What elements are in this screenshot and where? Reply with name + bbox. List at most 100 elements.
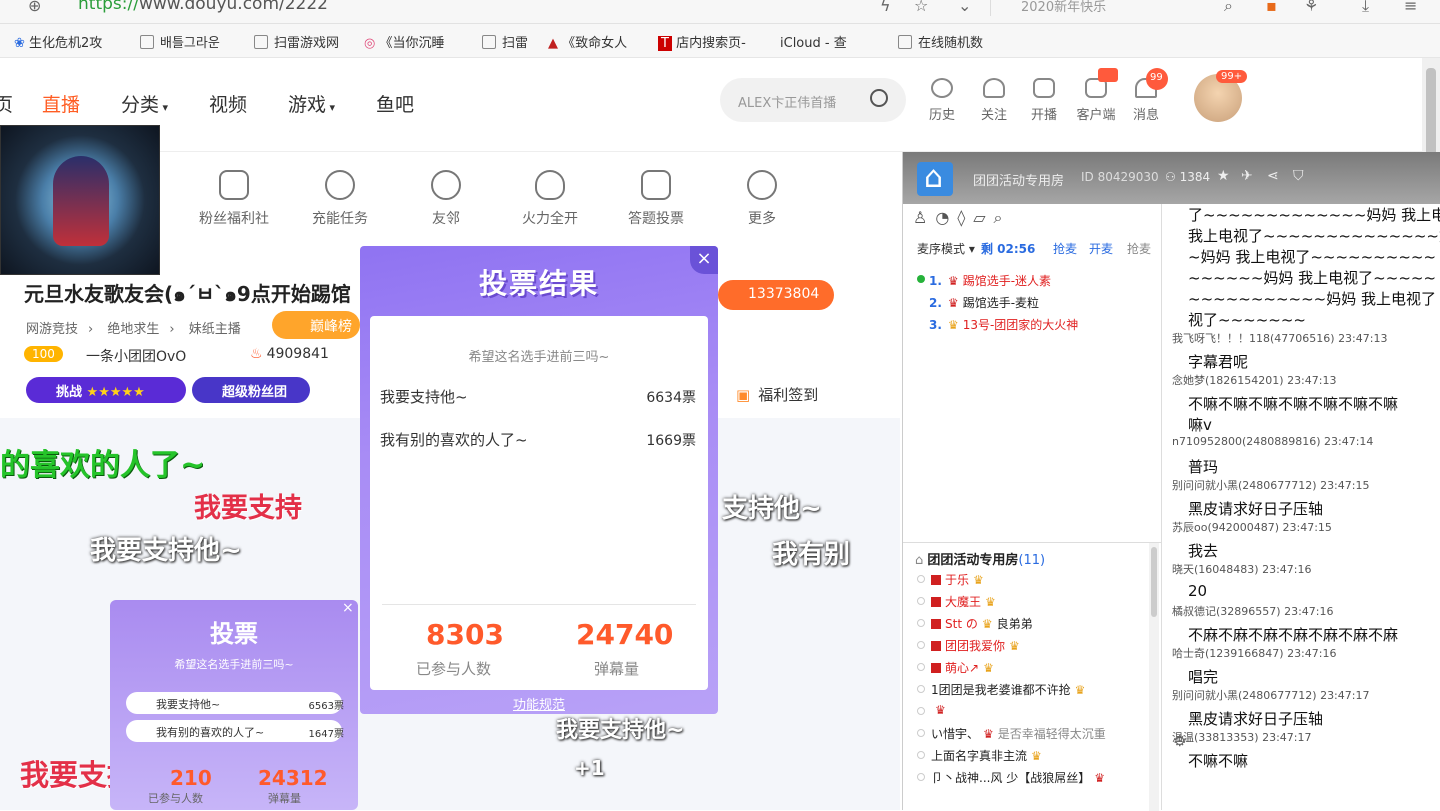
crown-icon: ♛ bbox=[1074, 683, 1086, 697]
fire-icon bbox=[535, 170, 565, 200]
apps-icon[interactable]: ▪ bbox=[1266, 0, 1277, 15]
client-button[interactable]: 客户端 bbox=[1076, 78, 1116, 123]
member-item[interactable]: い惜宇、 ♛ 是否幸福轻得太沉重 bbox=[931, 725, 1106, 742]
member-item[interactable]: 1团团是我老婆谁都不许抢 ♛ bbox=[931, 681, 1085, 698]
charge-task-button[interactable]: 充能任务 bbox=[290, 170, 390, 228]
search-icon[interactable]: ⌕ bbox=[994, 208, 1011, 227]
crown-icon: ♛ bbox=[1009, 639, 1020, 653]
peak-rank-button[interactable]: 巅峰榜 bbox=[272, 311, 360, 339]
crumb-3[interactable]: 妹纸主播 bbox=[189, 322, 241, 337]
member-list-title[interactable]: ⌂ 团团活动专用房(11) bbox=[915, 549, 1045, 568]
anchor-name[interactable]: 一条小团团OvO bbox=[86, 346, 186, 366]
star-icon[interactable]: ★ bbox=[1217, 168, 1230, 184]
online-dot bbox=[917, 275, 925, 283]
mic-queue-item[interactable]: 3. ♛ 13号-团团家的大火神 bbox=[917, 316, 1078, 333]
add-icon[interactable]: ⊕ bbox=[28, 0, 41, 15]
star-icon[interactable]: ☆ bbox=[914, 0, 928, 15]
bookmark-item[interactable]: iCloud - 查 bbox=[780, 32, 847, 51]
circle-icon: ◎ bbox=[364, 36, 380, 51]
fans-club-button[interactable]: 超级粉丝团 bbox=[192, 377, 310, 403]
nav-games[interactable]: 游戏 ▾ bbox=[288, 90, 335, 117]
challenge-button[interactable]: 挑战 ★★★★★ bbox=[26, 377, 186, 403]
download-icon[interactable]: ⤓ bbox=[1362, 0, 1369, 16]
quiz-vote-button[interactable]: 答题投票 bbox=[606, 170, 706, 228]
shield-icon[interactable]: ⛉ bbox=[1293, 168, 1304, 184]
search-icon[interactable]: ⌕ bbox=[1224, 0, 1233, 16]
crumb-1[interactable]: 网游竞技 bbox=[26, 322, 78, 337]
user-icon[interactable]: ♙ bbox=[913, 208, 935, 227]
member-item[interactable]: 大魔王 ♛ bbox=[931, 593, 996, 610]
nav-category[interactable]: 分类 ▾ bbox=[121, 90, 168, 117]
location-icon[interactable]: ◊ bbox=[957, 208, 973, 227]
vote-option-label: 我有别的喜欢的人了~ bbox=[380, 431, 528, 449]
plane-icon[interactable]: ✈ bbox=[1241, 168, 1253, 184]
share-icon[interactable]: ⋖ bbox=[1267, 168, 1279, 184]
rank-value-button[interactable]: 13373804 bbox=[718, 280, 834, 310]
scrollbar-thumb[interactable] bbox=[1426, 68, 1436, 158]
nav-live[interactable]: 直播 bbox=[42, 90, 80, 117]
book-icon: ▲ bbox=[548, 36, 563, 51]
bookmark-item[interactable]: ▲ 《致命女人 bbox=[548, 32, 627, 51]
mic-queue-item[interactable]: 2. ♛ 踢馆选手-麦粒 bbox=[917, 294, 1039, 311]
crown-icon: ♛ bbox=[947, 318, 959, 332]
close-icon[interactable]: × bbox=[342, 600, 354, 616]
url-field[interactable]: https://www.douyu.com/2222 bbox=[78, 0, 328, 14]
headset-icon[interactable]: ◔ bbox=[935, 208, 957, 227]
chat-settings-icon[interactable]: ⚙ bbox=[1173, 732, 1186, 750]
mini-danmaku-label: 弹幕量 bbox=[268, 792, 301, 805]
broadcast-button[interactable]: 开播 bbox=[1024, 78, 1064, 123]
member-item[interactable]: 上面名字真非主流 ♛ bbox=[931, 747, 1042, 764]
menu-icon[interactable]: ≡ bbox=[1404, 0, 1417, 15]
bookmark-item[interactable]: 在线随机数 bbox=[898, 32, 983, 51]
member-item[interactable]: 团团我爱你 ♛ bbox=[931, 637, 1020, 654]
browser-search-input[interactable]: 2020新年快乐 bbox=[990, 0, 1250, 16]
mic-queue-item[interactable]: 1. ♛ 踢馆选手-迷人素 bbox=[917, 272, 1051, 289]
live-badge bbox=[1098, 68, 1118, 82]
page-icon bbox=[482, 35, 496, 49]
avatar-badge: 99+ bbox=[1216, 70, 1248, 83]
more-button[interactable]: 更多 bbox=[712, 170, 812, 228]
bookmark-item[interactable]: ◎ 《当你沉睡 bbox=[364, 32, 445, 51]
open-mic-button[interactable]: 开麦 bbox=[1089, 240, 1113, 257]
edit-icon[interactable]: ▱ bbox=[973, 208, 993, 227]
member-item[interactable]: 萌心↗ ♛ bbox=[931, 659, 994, 676]
member-list-scrollbar[interactable] bbox=[1149, 543, 1159, 811]
bookmark-item[interactable]: T 店内搜索页- bbox=[658, 32, 746, 51]
search-icon[interactable] bbox=[870, 89, 888, 107]
home-icon[interactable] bbox=[917, 160, 953, 196]
bookmark-item[interactable]: ❀ 生化危机2攻 bbox=[14, 32, 102, 51]
chat-sender: 念她梦(1826154201) 23:47:13 bbox=[1172, 374, 1337, 387]
bookmark-item[interactable]: 배틀그라운 bbox=[140, 32, 220, 51]
history-button[interactable]: 历史 bbox=[922, 78, 962, 123]
crown-icon: ♛ bbox=[983, 727, 994, 741]
crown-icon: ♛ bbox=[983, 661, 994, 675]
panel-header: 团团活动专用房 ID 80429030 ⚇ 1384 ★ ✈ ⋖ ⛉ bbox=[903, 152, 1440, 204]
bookmark-item[interactable]: 扫雷游戏网 bbox=[254, 32, 339, 51]
mic-timer: 剩 02:56 bbox=[981, 242, 1036, 256]
member-item[interactable]: 卩丶战神...风 少【战狼屌丝】 ♛ bbox=[931, 769, 1105, 786]
welfare-sign-button[interactable]: 福利签到 bbox=[736, 384, 818, 405]
fans-welfare-button[interactable]: 粉丝福利社 bbox=[184, 170, 284, 228]
friends-button[interactable]: 友邻 bbox=[396, 170, 496, 228]
nav-home[interactable]: 页 bbox=[0, 90, 13, 117]
site-search-input[interactable]: ALEX卞正伟首播 bbox=[720, 78, 906, 122]
member-item[interactable]: 于乐 ♛ bbox=[931, 571, 984, 588]
crumb-2[interactable]: 绝地求生 bbox=[107, 322, 159, 337]
rules-link[interactable]: 功能规范 bbox=[360, 694, 718, 713]
panel-toolbar: ♙◔◊▱⌕ bbox=[913, 208, 1011, 228]
close-button[interactable]: × bbox=[690, 246, 718, 274]
bookmark-item[interactable]: 扫雷 bbox=[482, 32, 528, 51]
vote-option-count: 1669票 bbox=[646, 433, 696, 449]
grab-mic-button-2[interactable]: 抢麦 bbox=[1127, 240, 1151, 257]
member-item[interactable]: ♛ bbox=[931, 703, 946, 717]
follow-button[interactable]: 关注 bbox=[974, 78, 1014, 123]
nav-video[interactable]: 视频 bbox=[209, 90, 247, 117]
mic-mode-select[interactable]: 麦序模式 ▾ bbox=[917, 240, 975, 257]
extensions-icon[interactable]: ⚘ bbox=[1304, 0, 1318, 15]
member-item[interactable]: Stt の ♛ 良弟弟 bbox=[931, 615, 1033, 632]
chevron-down-icon[interactable]: ⌄ bbox=[958, 0, 971, 15]
grab-mic-button[interactable]: 抢麦 bbox=[1053, 240, 1077, 257]
lightning-icon[interactable]: ϟ bbox=[880, 0, 891, 15]
nav-yuba[interactable]: 鱼吧 bbox=[376, 90, 414, 117]
fire-button[interactable]: 火力全开 bbox=[500, 170, 600, 228]
